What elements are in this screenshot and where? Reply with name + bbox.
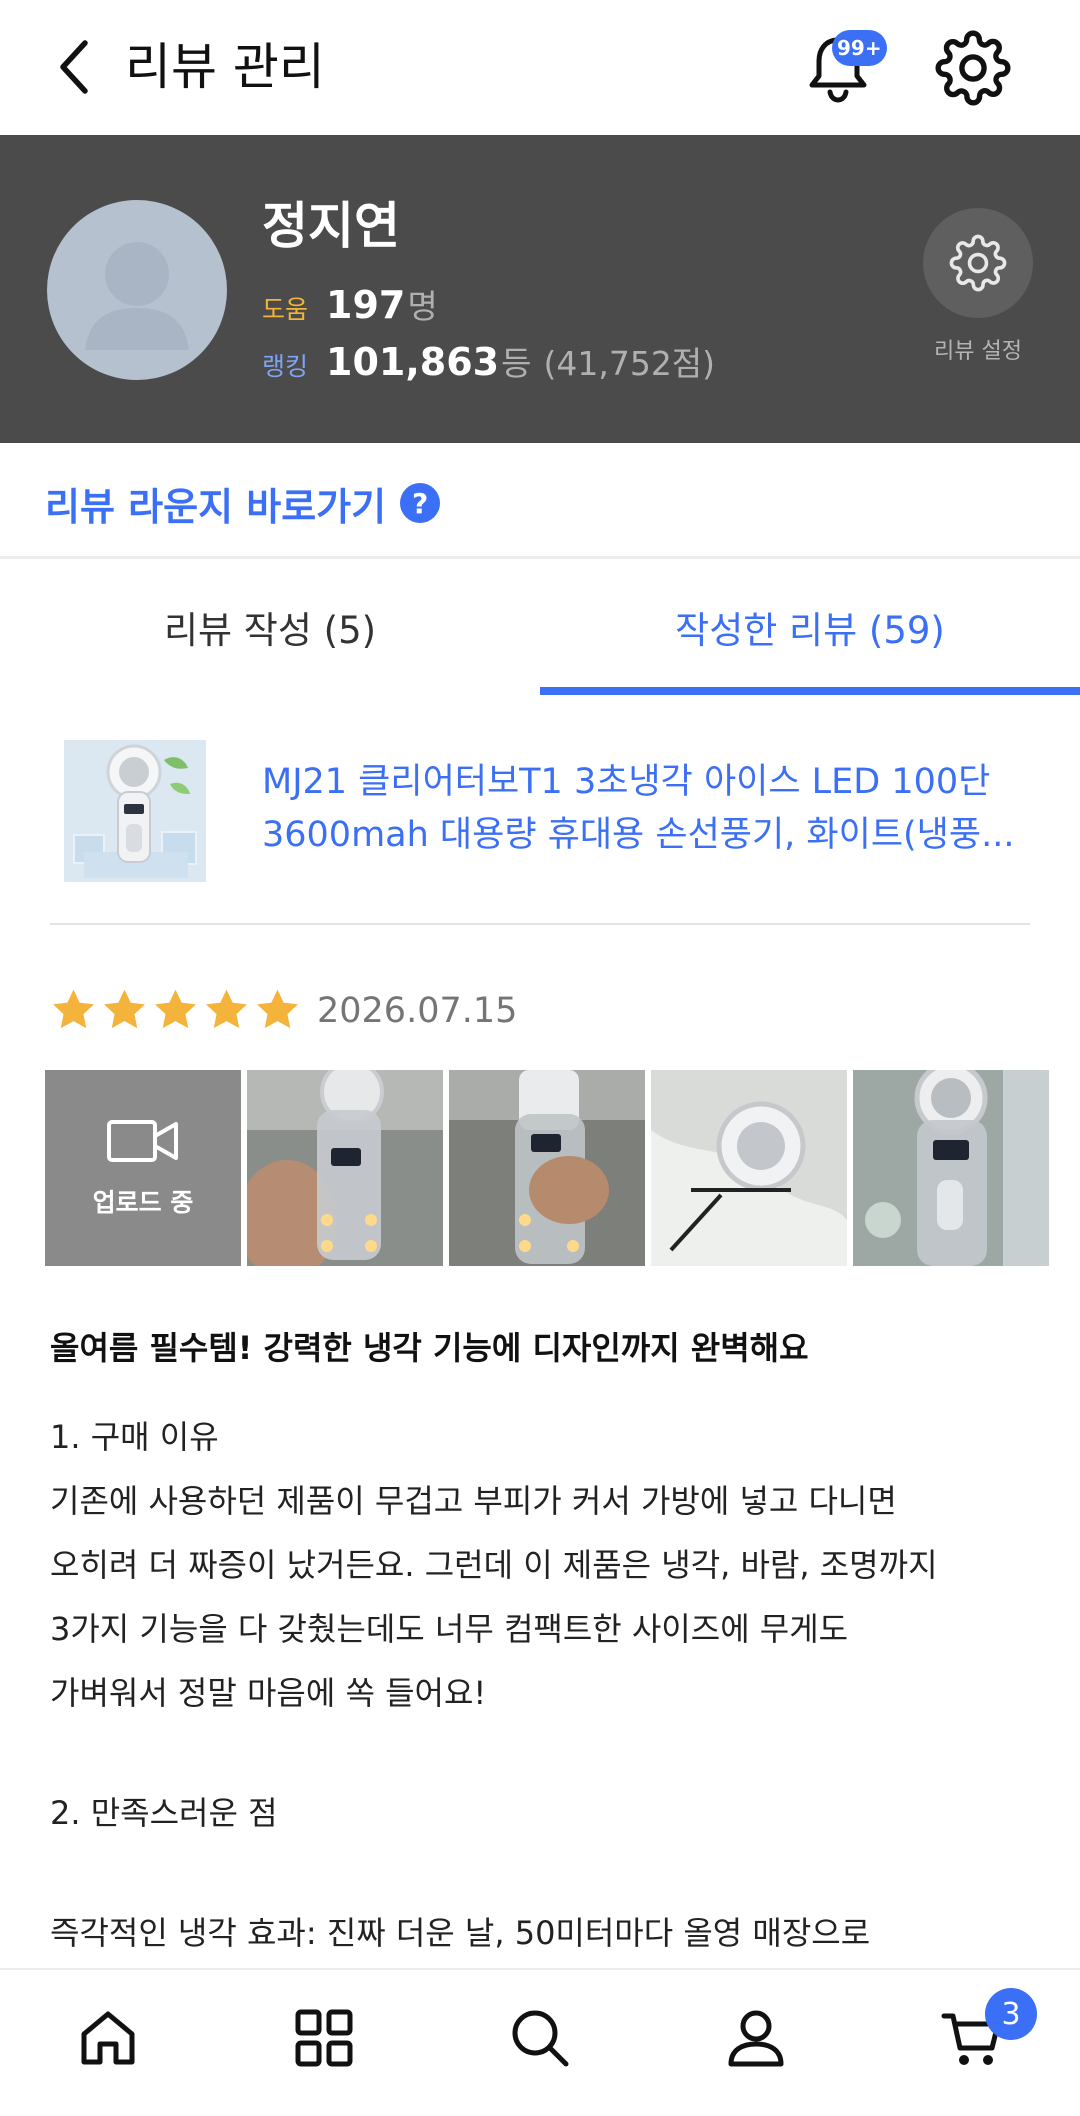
review-photo-1[interactable] (247, 1070, 443, 1266)
photo-image (651, 1070, 847, 1266)
review-settings-label[interactable]: 리뷰 설정 (918, 333, 1038, 365)
product-divider (50, 923, 1030, 925)
review-body-spacer (50, 1845, 1040, 1901)
nav-my-page[interactable] (716, 1998, 796, 2078)
review-title: 올여름 필수템! 강력한 냉각 기능에 디자인까지 완벽해요 (50, 1329, 809, 1367)
review-body-line: 2. 만족스러운 점 (50, 1794, 278, 1832)
star-icon (155, 989, 196, 1029)
gear-icon (949, 234, 1007, 292)
review-tabs: 리뷰 작성 (5) 작성한 리뷰 (59) (0, 559, 1080, 695)
review-photo-4[interactable] (853, 1070, 1049, 1266)
rank-label: 랭킹 (262, 352, 309, 381)
help-stat: 도움 197 명 (262, 280, 438, 330)
review-body: 1. 구매 이유 기존에 사용하던 제품이 무겁고 부피가 커서 가방에 넣고 … (50, 1405, 1040, 1965)
rank-stat: 랭킹 101,863 등 (41,752점) (262, 337, 715, 387)
star-icon (104, 989, 145, 1029)
avatar[interactable] (47, 200, 227, 380)
nav-search[interactable] (500, 1998, 580, 2078)
review-photo-3[interactable] (651, 1070, 847, 1266)
photo-image (449, 1070, 645, 1266)
rank-value: 101,863 (326, 340, 500, 384)
star-rating (48, 985, 303, 1036)
review-body-line: 오히려 더 짜증이 났거든요. 그런데 이 제품은 냉각, 바람, 조명까지 (50, 1546, 938, 1584)
review-body-line: 1. 구매 이유 (50, 1418, 219, 1456)
star-icon (257, 989, 298, 1029)
gear-icon (935, 30, 1011, 106)
product-name-line-2: 3600mah 대용량 휴대용 손선풍기, 화이트(냉풍... (262, 815, 1015, 855)
photo-image (247, 1070, 443, 1266)
handheld-fan-image (64, 740, 206, 882)
review-lounge-link[interactable]: 리뷰 라운지 바로가기 ? (45, 470, 441, 536)
page-title: 리뷰 관리 (125, 38, 325, 96)
product-name-line-1: MJ21 클리어터보T1 3초냉각 아이스 LED 100단 (262, 762, 991, 802)
review-photo-2[interactable] (449, 1070, 645, 1266)
active-tab-indicator (540, 687, 1080, 695)
rank-unit: 등 (501, 344, 532, 383)
review-body-line: 기존에 사용하던 제품이 무겁고 부피가 커서 가방에 넣고 다니면 (50, 1482, 897, 1520)
question-icon[interactable]: ? (400, 483, 441, 523)
grid-icon (295, 2009, 353, 2067)
settings-button[interactable] (935, 30, 1011, 106)
review-date: 2026.07.15 (317, 991, 518, 1031)
top-app-bar: 리뷰 관리 99+ (0, 0, 1080, 135)
cart-count-badge: 3 (985, 1988, 1037, 2040)
upload-status-tile: 업로드 중 (45, 1070, 241, 1266)
review-settings-button[interactable] (923, 208, 1033, 318)
tab-written-reviews[interactable]: 작성한 리뷰 (59) (540, 559, 1080, 695)
notification-badge: 99+ (832, 30, 887, 66)
upload-status-label: 업로드 중 (92, 1188, 194, 1217)
product-thumbnail[interactable] (64, 740, 206, 882)
photo-image (853, 1070, 1049, 1266)
review-body-spacer (50, 1725, 1040, 1781)
review-body-line: 가벼워서 정말 마음에 쏙 들어요! (50, 1674, 487, 1712)
rank-score: (41,752점) (543, 344, 716, 383)
tab-write-review[interactable]: 리뷰 작성 (5) (0, 559, 540, 695)
search-icon (512, 2010, 569, 2067)
star-icon (206, 989, 247, 1029)
home-icon (81, 2011, 135, 2065)
video-camera-icon (107, 1120, 178, 1162)
profile-card: 정지연 도움 197 명 랭킹 101,863 등 (41,752점) 리뷰 설… (0, 135, 1080, 443)
star-icon (53, 989, 94, 1029)
help-count: 197 (326, 283, 406, 327)
back-button[interactable] (40, 32, 110, 102)
profile-name: 정지연 (262, 197, 400, 255)
review-body-line: 3가지 기능을 다 갖췄는데도 너무 컴팩트한 사이즈에 무게도 (50, 1610, 849, 1648)
help-label: 도움 (262, 295, 309, 324)
review-photos: 업로드 중 (45, 1070, 1055, 1266)
nav-categories[interactable] (284, 1998, 364, 2078)
nav-home[interactable] (68, 1998, 148, 2078)
user-placeholder-icon (85, 242, 189, 350)
review-lounge-label[interactable]: 리뷰 라운지 바로가기 (45, 476, 386, 531)
bottom-navigation (0, 1968, 1080, 2116)
review-body-line: 즉각적인 냉각 효과: 진짜 더운 날, 50미터마다 올영 매장으로 (50, 1914, 871, 1952)
help-unit: 명 (407, 287, 438, 326)
product-name-link[interactable]: MJ21 클리어터보T1 3초냉각 아이스 LED 100단 3600mah 대… (262, 756, 1042, 862)
user-icon (728, 2010, 784, 2067)
chevron-left-icon (60, 40, 88, 94)
